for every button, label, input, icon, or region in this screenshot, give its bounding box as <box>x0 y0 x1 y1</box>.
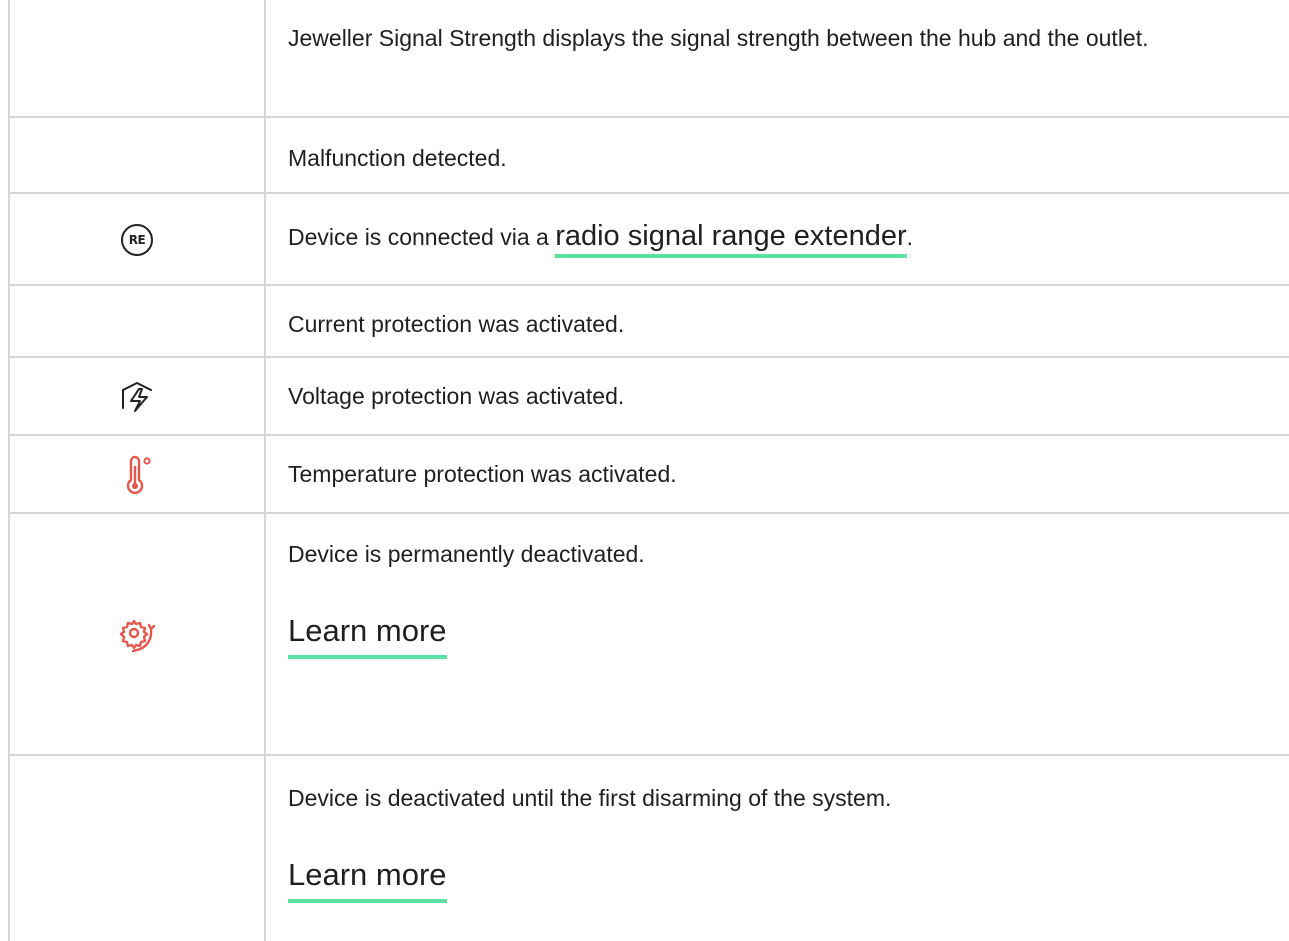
icon-cell <box>10 0 264 118</box>
table-row: RE Device is connected via a radio signa… <box>10 192 1289 286</box>
learn-more-link[interactable]: Learn more <box>288 611 447 659</box>
row-description: Current protection was activated. <box>288 311 625 337</box>
row-description: Device is deactivated until the first di… <box>288 780 1281 903</box>
row-description: Malfunction detected. <box>288 145 507 171</box>
row-description: Voltage protection was activated. <box>288 383 625 409</box>
row-description: Device is permanently deactivated. Learn… <box>288 536 1281 659</box>
icon-cell <box>10 756 264 941</box>
thermometer-icon <box>126 455 151 494</box>
row-description-period: . <box>906 224 914 250</box>
row-description: Temperature protection was activated. <box>288 461 677 487</box>
icon-cell <box>10 514 264 756</box>
table-row: Temperature protection was activated. <box>10 434 1289 514</box>
radio-signal-range-extender-link[interactable]: radio signal range extender <box>555 220 907 258</box>
table-row: Jeweller Signal Strength displays the si… <box>10 0 1289 118</box>
icon-cell <box>10 118 264 194</box>
table-row: Malfunction detected. <box>10 116 1289 194</box>
table-row: Device is deactivated until the first di… <box>10 754 1289 941</box>
re-icon: RE <box>121 224 153 256</box>
learn-more-link[interactable]: Learn more <box>288 855 447 903</box>
row-description: Jeweller Signal Strength displays the si… <box>288 25 1149 51</box>
row-description-text: Device is permanently deactivated. <box>288 541 645 567</box>
table-row: Voltage protection was activated. <box>10 356 1289 436</box>
voltage-protection-icon <box>122 382 152 412</box>
learn-more-wrapper: Learn more <box>288 611 1281 659</box>
icon-cell: RE <box>10 194 264 286</box>
gear-deactivated-icon <box>119 619 156 653</box>
status-icons-table: Jeweller Signal Strength displays the si… <box>8 0 1289 941</box>
row-description: Device is connected via a radio signal r… <box>288 218 1281 258</box>
icon-cell <box>10 358 264 436</box>
table-row: Current protection was activated. <box>10 284 1289 358</box>
row-description-text: Device is deactivated until the first di… <box>288 785 892 811</box>
icon-cell <box>10 286 264 358</box>
row-description-text: Device is connected via a <box>288 224 556 250</box>
icon-cell <box>10 436 264 514</box>
table-row: Device is permanently deactivated. Learn… <box>10 512 1289 756</box>
learn-more-wrapper: Learn more <box>288 855 1281 903</box>
